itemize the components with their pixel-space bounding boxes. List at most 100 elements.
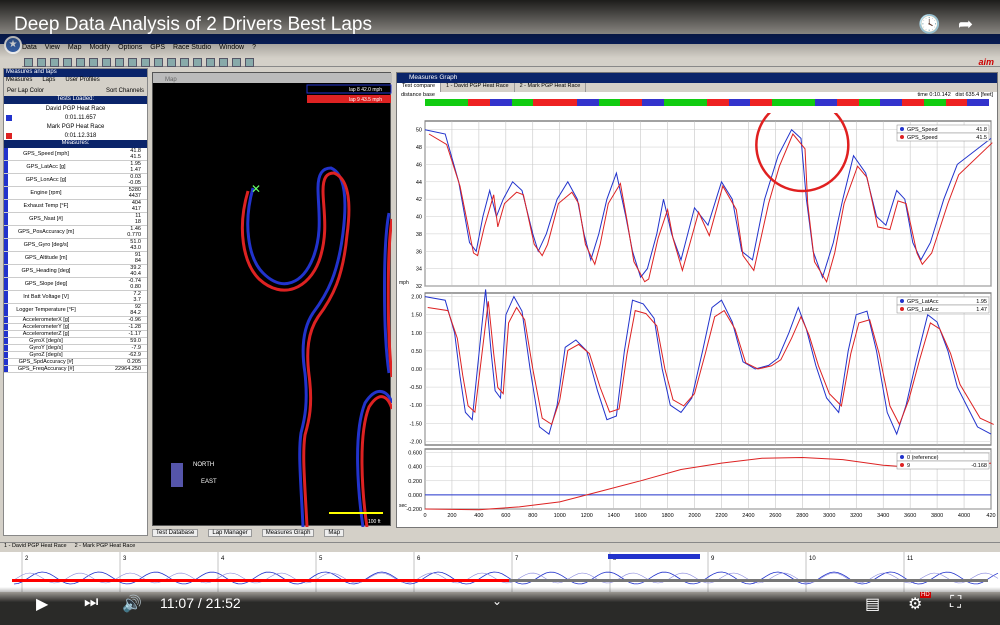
measure-row[interactable]: GPS_Slope [deg] -0.74 0.80 <box>4 278 147 291</box>
segment-block <box>706 99 729 106</box>
lap-number: 3 <box>123 556 127 562</box>
legend-value: 41.8 <box>976 127 987 133</box>
measure-value-2: 1.47 <box>130 167 141 173</box>
test-name-row[interactable]: Mark PGP Heat Race <box>4 122 147 131</box>
toolbar-button[interactable] <box>193 58 202 67</box>
per-lap-color-checkbox[interactable]: Per Lap Color <box>7 88 44 94</box>
segment-block <box>858 99 881 106</box>
segment-block <box>663 99 686 106</box>
toolbar-button[interactable] <box>141 58 150 67</box>
map-panel[interactable]: Map lap 8 42.0 mph lap 9 43.5 mph ✕ NORT… <box>152 72 392 527</box>
segment-block <box>533 99 556 106</box>
laps-bar: 1 - David PGP Heat Race 2 - Mark PGP Heat… <box>0 542 1000 592</box>
measure-row[interactable]: Int Batt Voltage [V] 7.2 3.7 <box>4 291 147 304</box>
measure-row[interactable]: AccelerometerZ [g] -1.17 <box>4 331 147 338</box>
tab-measures[interactable]: Measures <box>4 77 34 83</box>
measure-row[interactable]: GPS_Gyro [deg/s] 51.0 43.0 <box>4 239 147 252</box>
measure-row[interactable]: GPS_FreqAccuracy [#] 22964.250 <box>4 366 147 373</box>
measure-row[interactable]: GPS_LatAcc [g] 1.95 1.47 <box>4 161 147 174</box>
measure-row[interactable]: GyroZ [deg/s] -62.9 <box>4 352 147 359</box>
measure-row[interactable]: GPS_Altitude [m] 91 84 <box>4 252 147 265</box>
measure-value-2: 417 <box>131 206 141 212</box>
measure-row[interactable]: AccelerometerX [g] -0.96 <box>4 317 147 324</box>
y-tick-label: -2.00 <box>409 439 422 445</box>
measure-row[interactable]: AccelerometerY [g] -1.28 <box>4 324 147 331</box>
laps-tab[interactable]: 1 - David PGP Heat Race <box>0 543 71 549</box>
measure-row[interactable]: GyroY [deg/s] -7.9 <box>4 345 147 352</box>
laps-strip[interactable]: 234567891011 <box>0 552 1000 592</box>
toolbar-button[interactable] <box>219 58 228 67</box>
map-title: Map <box>165 77 177 83</box>
graph-tab[interactable]: 2 - Mark PGP Heat Race <box>515 83 587 92</box>
measure-row[interactable]: GPS_SpdAccuracy [#] 0.205 <box>4 359 147 366</box>
toolbar-button[interactable] <box>102 58 111 67</box>
sort-channels-button[interactable]: Sort Channels <box>106 88 144 94</box>
bottom-tab[interactable]: Map <box>324 529 345 537</box>
graph-tab[interactable]: 1 - David PGP Heat Race <box>441 83 515 92</box>
driver1-track-line <box>246 166 347 527</box>
toolbar-button[interactable] <box>63 58 72 67</box>
measure-row[interactable]: GPS_Speed [mph] 41.8 41.5 <box>4 148 147 161</box>
unit-label: mph <box>399 280 409 286</box>
toolbar-button[interactable] <box>154 58 163 67</box>
play-icon[interactable]: ▶ <box>36 594 48 614</box>
progress-fill <box>12 579 509 582</box>
selected-lap-bar <box>608 554 700 559</box>
aim-logo: aim <box>978 57 994 67</box>
measure-value-1: 22964.250 <box>115 366 141 372</box>
tab-laps[interactable]: Laps <box>40 77 57 83</box>
measure-value-2: 84 <box>134 258 141 264</box>
laps-bar-tabs: 1 - David PGP Heat Race 2 - Mark PGP Heat… <box>0 543 1000 552</box>
watch-later-icon[interactable]: 🕓 <box>918 14 940 35</box>
video-title[interactable]: Deep Data Analysis of 2 Drivers Best Lap… <box>14 14 372 36</box>
toolbar-button[interactable] <box>76 58 85 67</box>
toolbar-button[interactable] <box>128 58 137 67</box>
toolbar-button[interactable] <box>180 58 189 67</box>
x-tick-label: 1400 <box>608 513 620 519</box>
fullscreen-icon[interactable]: ⛶ <box>950 594 961 612</box>
measure-row[interactable]: GPS_PosAccuracy [m] 1.46 0.770 <box>4 226 147 239</box>
bottom-tab[interactable]: Lap Manager <box>208 529 252 537</box>
share-icon[interactable]: ➦ <box>958 14 973 35</box>
volume-icon[interactable]: 🔊 <box>122 594 142 614</box>
next-icon[interactable]: ⏭ <box>84 594 98 612</box>
legend-name: GPS_Speed <box>907 127 938 133</box>
video-progress-bar[interactable] <box>12 579 988 582</box>
measure-row[interactable]: GPS_Heading [deg] 39.2 40.4 <box>4 265 147 278</box>
y-tick-label: 1.00 <box>411 331 422 337</box>
bottom-tab[interactable]: Test Database <box>152 529 199 537</box>
toolbar-button[interactable] <box>37 58 46 67</box>
toolbar-button[interactable] <box>245 58 254 67</box>
toolbar-button[interactable] <box>24 58 33 67</box>
measure-row[interactable]: Exhaust Temp [°F] 404 417 <box>4 200 147 213</box>
measure-row[interactable]: GyroX [deg/s] 59.0 <box>4 338 147 345</box>
toolbar-button[interactable] <box>89 58 98 67</box>
chevron-down-icon[interactable]: ⌄ <box>492 594 502 608</box>
distance-base-label: distance base <box>401 92 435 98</box>
toolbar-button[interactable] <box>232 58 241 67</box>
graph-tab[interactable]: Test compare <box>397 83 442 92</box>
measure-row[interactable]: GPS_LonAcc [g] 0.03 -0.05 <box>4 174 147 187</box>
toolbar-button[interactable] <box>206 58 215 67</box>
plots-area[interactable]: 50 48 46 44 42 40 38 36 34 32 mph GPS_Speed 41.8 GPS_… <box>397 113 997 525</box>
test-name-row[interactable]: David PGP Heat Race <box>4 104 147 113</box>
measure-name: GPS_Slope [deg] <box>24 281 68 287</box>
toolbar-button[interactable] <box>50 58 59 67</box>
test-name: Mark PGP Heat Race <box>46 123 105 130</box>
measure-row[interactable]: Engine [rpm] 5280 4437 <box>4 187 147 200</box>
toolbar-button[interactable] <box>115 58 124 67</box>
lap1-label: lap 8 42.0 mph <box>349 87 382 93</box>
measure-name: Engine [rpm] <box>30 190 62 196</box>
time-display: 11:07 / 21:52 <box>160 595 241 611</box>
measure-row[interactable]: Logger Temperature [°F] 92 84.2 <box>4 304 147 317</box>
legend-marker <box>900 127 904 131</box>
toolbar-button[interactable] <box>167 58 176 67</box>
laps-tab[interactable]: 2 - Mark PGP Heat Race <box>71 543 140 549</box>
legend-marker <box>900 135 904 139</box>
tests-loaded-header: Tests Loaded: <box>4 96 147 104</box>
measure-row[interactable]: GPS_Nsat [#] 11 18 <box>4 213 147 226</box>
bottom-tab[interactable]: Measures Graph <box>261 529 315 537</box>
tab-user-profiles[interactable]: User Profiles <box>63 77 101 83</box>
graph-info: distance base time 0:10.142 dist 635.4 [… <box>397 92 997 99</box>
subtitles-icon[interactable]: ▤ <box>865 594 880 614</box>
